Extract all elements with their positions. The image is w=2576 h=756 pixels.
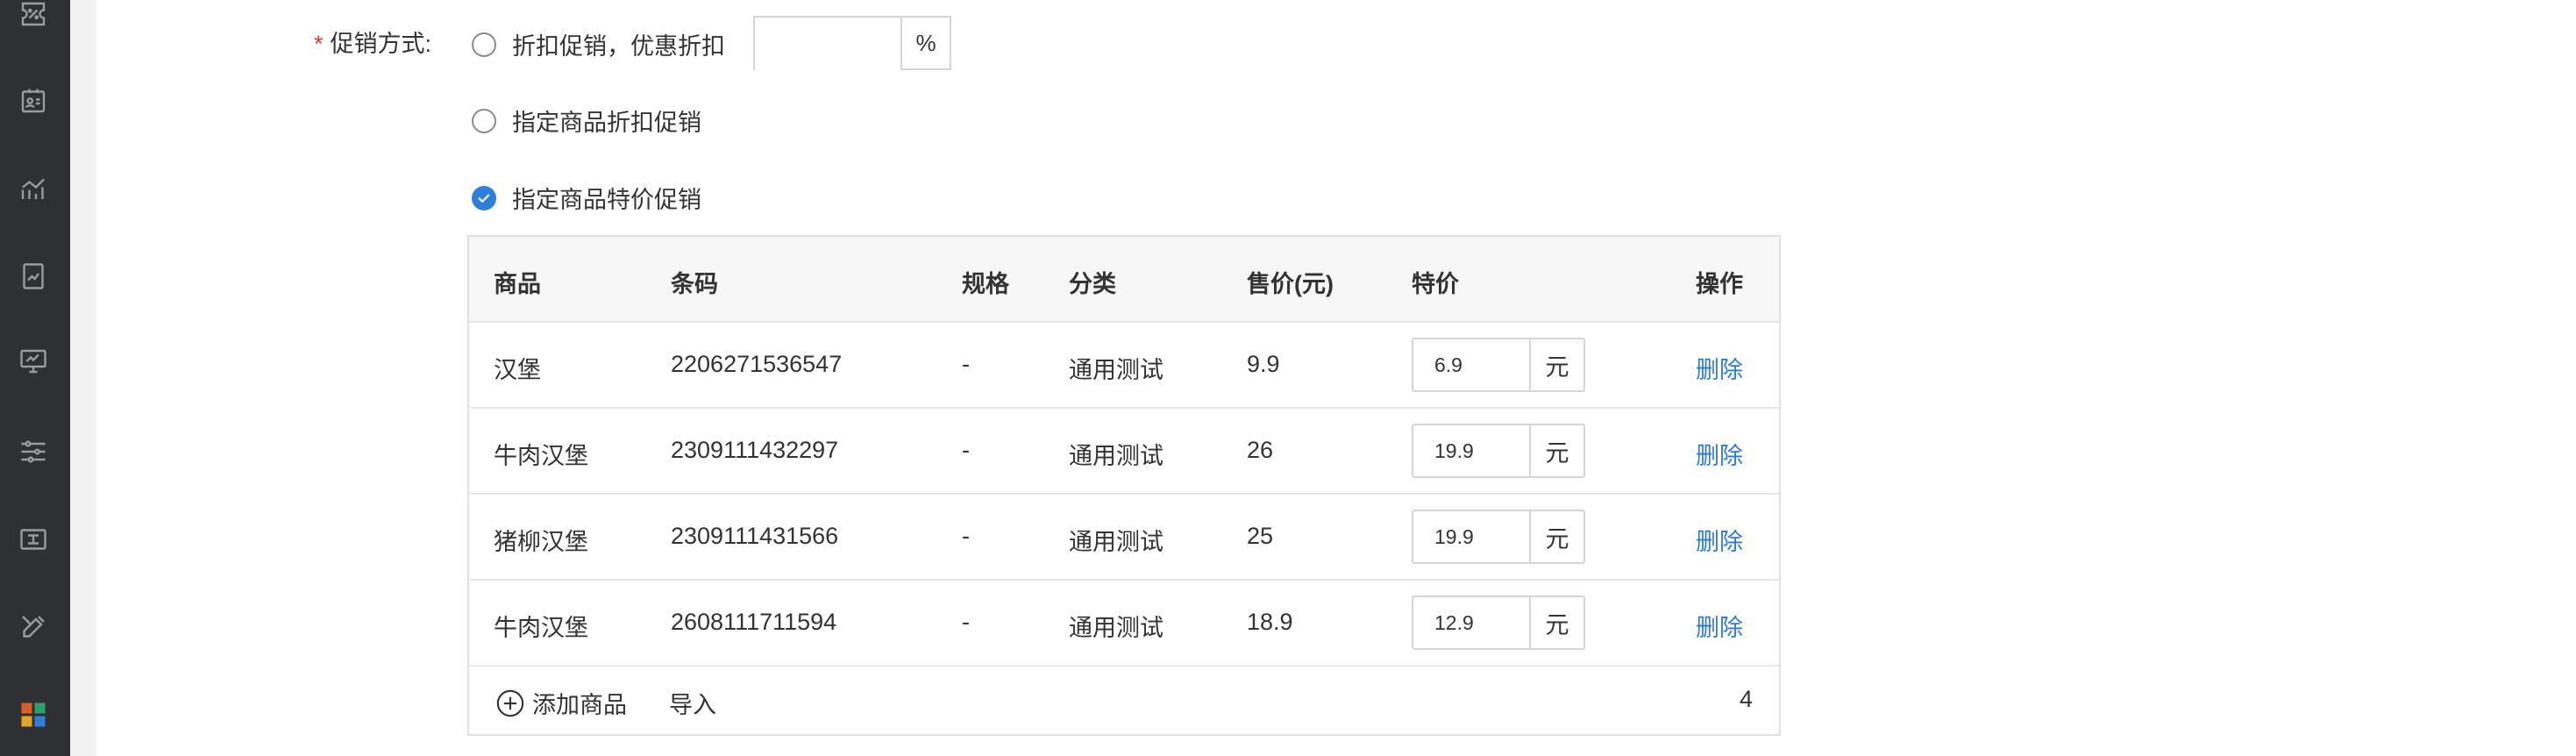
radio-label: 指定商品折扣促销 (512, 110, 701, 136)
cell-product: 牛肉汉堡 (494, 615, 588, 641)
apps-grid-icon[interactable] (16, 697, 51, 732)
special-price-group: 元 (1412, 424, 1585, 478)
table-row: 猪柳汉堡 2309111431566 - 通用测试 25 元 删除 (469, 495, 1779, 581)
table-row: 牛肉汉堡 2608111711594 - 通用测试 18.9 元 删除 (469, 581, 1779, 667)
price-unit: 元 (1529, 425, 1583, 476)
cell-barcode: 2206271536547 (671, 351, 843, 377)
special-price-input[interactable] (1413, 425, 1529, 476)
radio-button-checked[interactable] (472, 185, 496, 210)
delete-link[interactable]: 删除 (1696, 351, 1743, 385)
discount-icon[interactable] (16, 0, 51, 32)
price-unit: 元 (1529, 511, 1583, 562)
header-product: 商品 (494, 271, 541, 297)
radio-label: 折扣促销，优惠折扣 (512, 33, 725, 60)
delete-link[interactable]: 删除 (1696, 523, 1743, 557)
sidebar (0, 0, 70, 756)
cell-category: 通用测试 (1069, 615, 1163, 641)
cell-product: 猪柳汉堡 (494, 529, 588, 555)
contact-card-icon[interactable] (16, 83, 51, 118)
radio-product-discount-promotion[interactable]: 指定商品折扣促销 (472, 103, 701, 138)
line-chart-icon[interactable] (16, 171, 51, 206)
price-unit: 元 (1529, 339, 1583, 390)
discount-input-group: % (753, 16, 951, 70)
discount-input[interactable] (755, 18, 900, 70)
cell-category: 通用测试 (1069, 443, 1163, 469)
delete-link[interactable]: 删除 (1696, 437, 1743, 471)
cell-category: 通用测试 (1069, 357, 1163, 383)
special-price-input[interactable] (1413, 339, 1529, 390)
product-table: 商品 条码 规格 分类 售价(元) 特价 操作 汉堡 2206271536547… (467, 235, 1781, 736)
radio-discount-promotion[interactable]: 折扣促销，优惠折扣 (472, 27, 725, 61)
cell-product: 牛肉汉堡 (494, 443, 588, 469)
required-mark: * (314, 31, 324, 57)
plus-circle-icon (496, 689, 524, 717)
delete-link[interactable]: 删除 (1696, 609, 1743, 643)
percent-suffix: % (900, 18, 950, 68)
radio-label: 指定商品特价促销 (512, 187, 701, 213)
special-price-group: 元 (1412, 338, 1585, 392)
cell-category: 通用测试 (1069, 529, 1163, 555)
special-price-group: 元 (1412, 596, 1585, 650)
special-price-input[interactable] (1413, 511, 1529, 562)
add-product-button[interactable]: 添加商品 (495, 686, 627, 720)
special-price-group: 元 (1412, 510, 1585, 564)
cell-spec: - (962, 609, 970, 635)
report-icon[interactable] (16, 259, 51, 294)
product-count: 4 (1739, 686, 1753, 712)
radio-button[interactable] (472, 32, 496, 57)
cell-barcode: 2608111711594 (671, 609, 837, 635)
cell-spec: - (962, 523, 970, 549)
cell-price: 18.9 (1247, 609, 1293, 635)
cell-product: 汉堡 (494, 357, 541, 383)
cell-barcode: 2309111431566 (671, 523, 839, 549)
special-price-input[interactable] (1413, 597, 1529, 648)
sliders-icon[interactable] (16, 434, 51, 469)
cell-price: 25 (1247, 523, 1274, 549)
header-actions: 操作 (1696, 271, 1743, 297)
import-button[interactable]: 导入 (669, 686, 716, 720)
promotion-type-label-text: 促销方式: (330, 31, 432, 57)
table-footer: 添加商品 导入 4 (469, 667, 1779, 736)
radio-product-special-price-promotion[interactable]: 指定商品特价促销 (472, 181, 701, 215)
header-barcode: 条码 (671, 271, 718, 297)
header-price: 售价(元) (1247, 271, 1334, 297)
tools-icon[interactable] (16, 610, 51, 645)
monitor-icon[interactable] (16, 344, 51, 379)
cell-price: 26 (1247, 437, 1274, 463)
table-header: 商品 条码 规格 分类 售价(元) 特价 操作 (469, 237, 1779, 323)
cell-barcode: 2309111432297 (671, 437, 839, 463)
cell-spec: - (962, 351, 970, 377)
header-category: 分类 (1069, 271, 1116, 297)
table-row: 汉堡 2206271536547 - 通用测试 9.9 元 删除 (469, 323, 1779, 409)
cell-spec: - (962, 437, 970, 463)
add-product-label: 添加商品 (532, 692, 627, 718)
form-panel: * 促销方式: 折扣促销，优惠折扣 % 指定商品折扣促销 指定商品特价促销 商品 … (96, 0, 2576, 756)
radio-button[interactable] (472, 108, 496, 133)
table-row: 牛肉汉堡 2309111432297 - 通用测试 26 元 删除 (469, 409, 1779, 495)
promotion-type-label: * 促销方式: (314, 25, 431, 59)
header-spec: 规格 (962, 271, 1009, 297)
price-unit: 元 (1529, 597, 1583, 648)
header-special-price: 特价 (1412, 271, 1459, 297)
check-icon (478, 194, 490, 203)
cell-price: 9.9 (1247, 351, 1280, 377)
ticket-icon[interactable] (16, 522, 51, 557)
